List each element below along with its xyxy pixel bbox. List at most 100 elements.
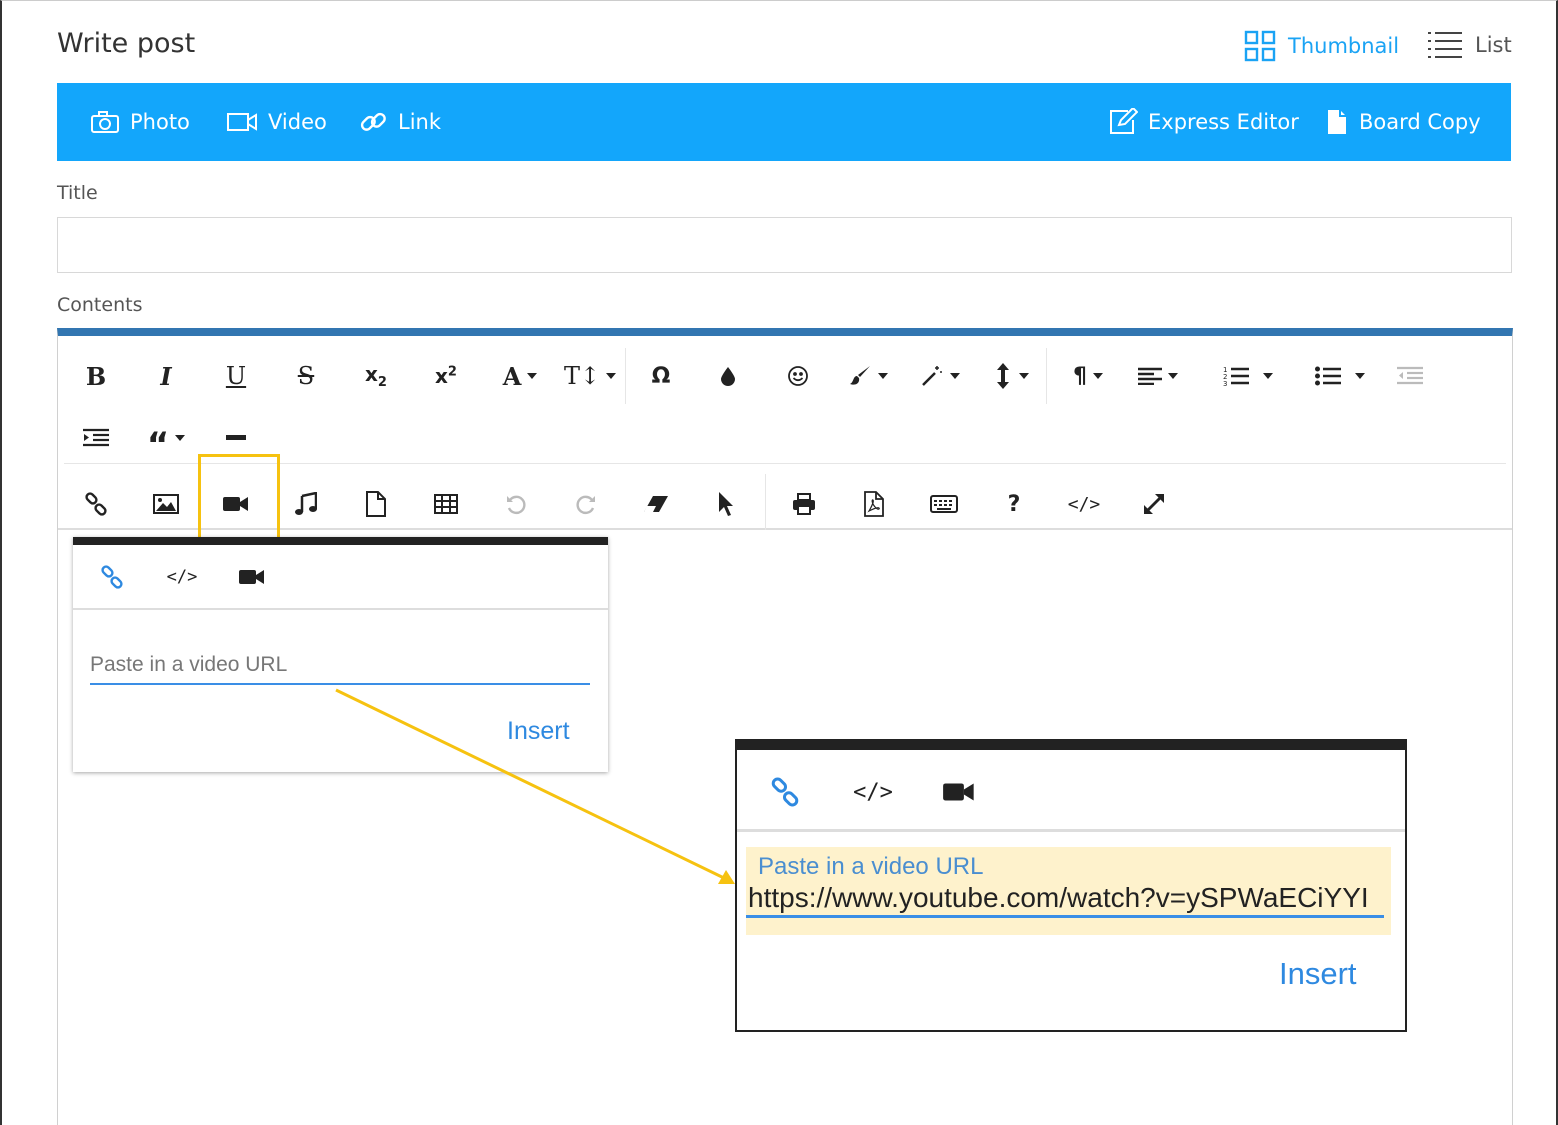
toolbar-divider xyxy=(64,463,1506,464)
video-button[interactable]: Video xyxy=(226,83,327,161)
dropdown-caret-icon xyxy=(878,373,888,379)
insert-table-button[interactable] xyxy=(416,482,476,526)
popup-tab-embed[interactable]: </> xyxy=(162,559,202,595)
help-icon: ? xyxy=(1007,491,1021,517)
bold-button[interactable]: B xyxy=(66,354,126,398)
font-size-button[interactable]: T↕ xyxy=(560,354,620,398)
zoom-tab-embed[interactable]: </> xyxy=(849,772,897,812)
insert-audio-button[interactable] xyxy=(276,482,336,526)
code-view-button[interactable]: </> xyxy=(1054,482,1114,526)
eraser-button[interactable] xyxy=(626,482,686,526)
unordered-list-button[interactable] xyxy=(1300,354,1380,398)
paragraph-style-button[interactable]: ¶ xyxy=(1058,354,1118,398)
express-editor-button[interactable]: Express Editor xyxy=(1108,83,1299,161)
toolbar-divider xyxy=(1046,348,1047,404)
paragraph-icon: ¶ xyxy=(1073,363,1087,389)
thumbnail-grid-icon xyxy=(1244,30,1276,62)
undo-button[interactable] xyxy=(486,482,546,526)
link-icon xyxy=(101,565,123,589)
print-button[interactable] xyxy=(774,482,834,526)
zoom-tab-video[interactable] xyxy=(935,772,983,812)
zoom-url-field[interactable]: Paste in a video URL https://www.youtube… xyxy=(746,847,1391,935)
align-button[interactable] xyxy=(1128,354,1188,398)
unordered-list-icon xyxy=(1315,366,1341,386)
color-drop-icon xyxy=(721,367,735,386)
svg-text:3: 3 xyxy=(1223,380,1227,387)
magic-wand-icon xyxy=(922,366,942,386)
list-view-label: List xyxy=(1475,33,1512,57)
paint-brush-button[interactable] xyxy=(838,354,898,398)
dropdown-caret-icon xyxy=(1019,373,1029,379)
list-view-button[interactable]: List xyxy=(1427,30,1512,60)
outdent-icon xyxy=(1397,366,1423,385)
strikethrough-button[interactable]: S xyxy=(276,354,336,398)
paint-brush-icon xyxy=(850,366,870,385)
title-input[interactable] xyxy=(57,217,1512,273)
select-pointer-icon xyxy=(719,492,733,516)
indent-button[interactable] xyxy=(66,416,126,460)
print-icon xyxy=(793,493,815,515)
dropdown-caret-icon xyxy=(1355,373,1365,379)
subscript-button[interactable]: x2 xyxy=(346,354,406,398)
list-lines-icon xyxy=(1428,32,1462,58)
link-button[interactable]: Link xyxy=(358,83,441,161)
photo-button[interactable]: Photo xyxy=(90,83,190,161)
ordered-list-button[interactable]: 123 xyxy=(1208,354,1288,398)
post-type-bar: Photo Video Link Express Editor Board Co… xyxy=(57,83,1511,161)
pdf-button[interactable] xyxy=(844,482,904,526)
dropdown-caret-icon xyxy=(606,373,617,379)
zoom-url-value: https://www.youtube.com/watch?v=ySPWaECi… xyxy=(746,882,1384,918)
subscript-icon: x2 xyxy=(365,362,387,390)
chain-link-icon xyxy=(360,112,386,131)
blockquote-icon: “ xyxy=(146,425,170,465)
popup-tab-link[interactable] xyxy=(92,559,132,595)
superscript-icon: x2 xyxy=(435,364,457,388)
ordered-list-icon: 123 xyxy=(1223,366,1249,387)
thumbnail-view-label: Thumbnail xyxy=(1288,34,1400,58)
link-icon xyxy=(85,492,107,516)
special-char-button[interactable]: Ω xyxy=(631,354,691,398)
underline-icon: U xyxy=(225,362,247,390)
insert-image-button[interactable] xyxy=(136,482,196,526)
insert-file-button[interactable] xyxy=(346,482,406,526)
popup-tab-video[interactable] xyxy=(232,559,272,595)
underline-button[interactable]: U xyxy=(206,354,266,398)
code-view-icon: </> xyxy=(1067,493,1101,515)
board-copy-button[interactable]: Board Copy xyxy=(1325,83,1481,161)
blockquote-button[interactable]: “ xyxy=(136,416,196,465)
thumbnail-view-button[interactable]: Thumbnail xyxy=(1244,30,1399,62)
dropdown-caret-icon xyxy=(1168,373,1178,379)
redo-button[interactable] xyxy=(556,482,616,526)
dropdown-caret-icon xyxy=(527,373,538,379)
zoomed-popup-callout: </> Paste in a video URL https://www.you… xyxy=(735,739,1407,1032)
video-camera-icon xyxy=(227,113,257,131)
color-button[interactable] xyxy=(698,354,758,398)
help-button[interactable]: ? xyxy=(984,482,1044,526)
zoom-insert-button[interactable]: Insert xyxy=(1279,956,1357,992)
photo-label: Photo xyxy=(130,110,190,134)
keyboard-button[interactable] xyxy=(914,482,974,526)
video-url-input[interactable] xyxy=(90,647,590,685)
zoom-tab-link[interactable] xyxy=(761,772,809,812)
superscript-button[interactable]: x2 xyxy=(416,354,476,398)
select-pointer-button[interactable] xyxy=(696,482,756,526)
fullscreen-button[interactable] xyxy=(1124,482,1184,526)
audio-icon xyxy=(295,492,317,515)
italic-icon: I xyxy=(160,361,172,391)
line-height-button[interactable] xyxy=(983,354,1043,398)
zoom-url-text: https://www.youtube.com/watch?v=ySPWaECi… xyxy=(748,882,1369,913)
outdent-button[interactable] xyxy=(1380,354,1440,398)
italic-button[interactable]: I xyxy=(136,354,196,398)
font-family-button[interactable]: A xyxy=(490,354,550,398)
video-button-highlight xyxy=(198,454,280,544)
video-label: Video xyxy=(268,110,327,134)
contents-label: Contents xyxy=(57,294,143,316)
page-title: Write post xyxy=(57,28,196,59)
emoji-button[interactable] xyxy=(768,354,828,398)
express-editor-label: Express Editor xyxy=(1148,110,1299,134)
insert-button[interactable]: Insert xyxy=(507,717,570,746)
special-char-icon: Ω xyxy=(651,363,671,389)
magic-wand-button[interactable] xyxy=(910,354,970,398)
insert-link-button[interactable] xyxy=(66,482,126,526)
page-header: Write post Thumbnail List xyxy=(57,28,1513,64)
